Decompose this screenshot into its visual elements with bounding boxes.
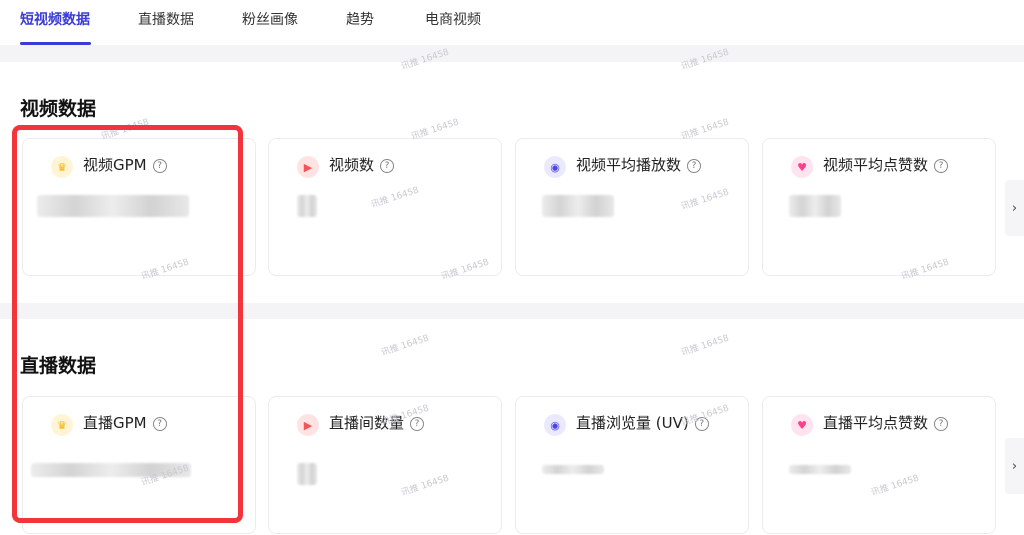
blurred-value [789,465,851,474]
help-icon[interactable]: ? [380,159,395,173]
highlight-box [12,125,243,523]
watermark: 讯推 16458 [680,333,731,359]
metric-label: 直播平均点赞数? [823,412,949,433]
metric-card-video-count[interactable]: ▶ 视频数? [268,138,502,276]
heart-icon: ♥ [791,156,813,178]
section-title-video: 视频数据 [20,98,97,120]
tab-live-data[interactable]: 直播数据 [138,9,194,29]
help-icon[interactable]: ? [934,417,949,431]
metric-card-video-avg-plays[interactable]: ◉ 视频平均播放数? [515,138,749,276]
help-icon[interactable]: ? [687,159,702,173]
metric-label: 视频平均点赞数? [823,154,949,175]
watermark: 讯推 16458 [380,333,431,359]
blurred-value [542,465,604,474]
heart-icon: ♥ [791,414,813,436]
tab-fan-profile[interactable]: 粉丝画像 [242,9,298,29]
tab-trend[interactable]: 趋势 [346,9,374,29]
blurred-value [297,195,317,217]
section-divider [0,45,1024,62]
tab-short-video-data[interactable]: 短视频数据 [20,9,90,29]
metric-label: 视频平均播放数? [576,154,702,175]
play-icon: ▶ [297,156,319,178]
blurred-value [789,195,841,217]
chevron-right-icon: › [1011,200,1018,216]
help-icon[interactable]: ? [410,417,425,431]
metric-label: 视频数? [329,154,395,175]
blurred-value [297,463,317,485]
play-icon: ▶ [297,414,319,436]
metric-card-live-avg-likes[interactable]: ♥ 直播平均点赞数? [762,396,996,534]
blurred-value [542,195,614,217]
tab-bar: 短视频数据 直播数据 粉丝画像 趋势 电商视频 [0,0,1024,45]
chevron-right-icon: › [1011,458,1018,474]
tab-ecommerce-video[interactable]: 电商视频 [425,9,481,29]
help-icon[interactable]: ? [934,159,949,173]
eye-icon: ◉ [544,156,566,178]
metric-card-video-avg-likes[interactable]: ♥ 视频平均点赞数? [762,138,996,276]
next-arrow-button[interactable]: › [1005,180,1024,236]
eye-icon: ◉ [544,414,566,436]
next-arrow-button[interactable]: › [1005,438,1024,494]
